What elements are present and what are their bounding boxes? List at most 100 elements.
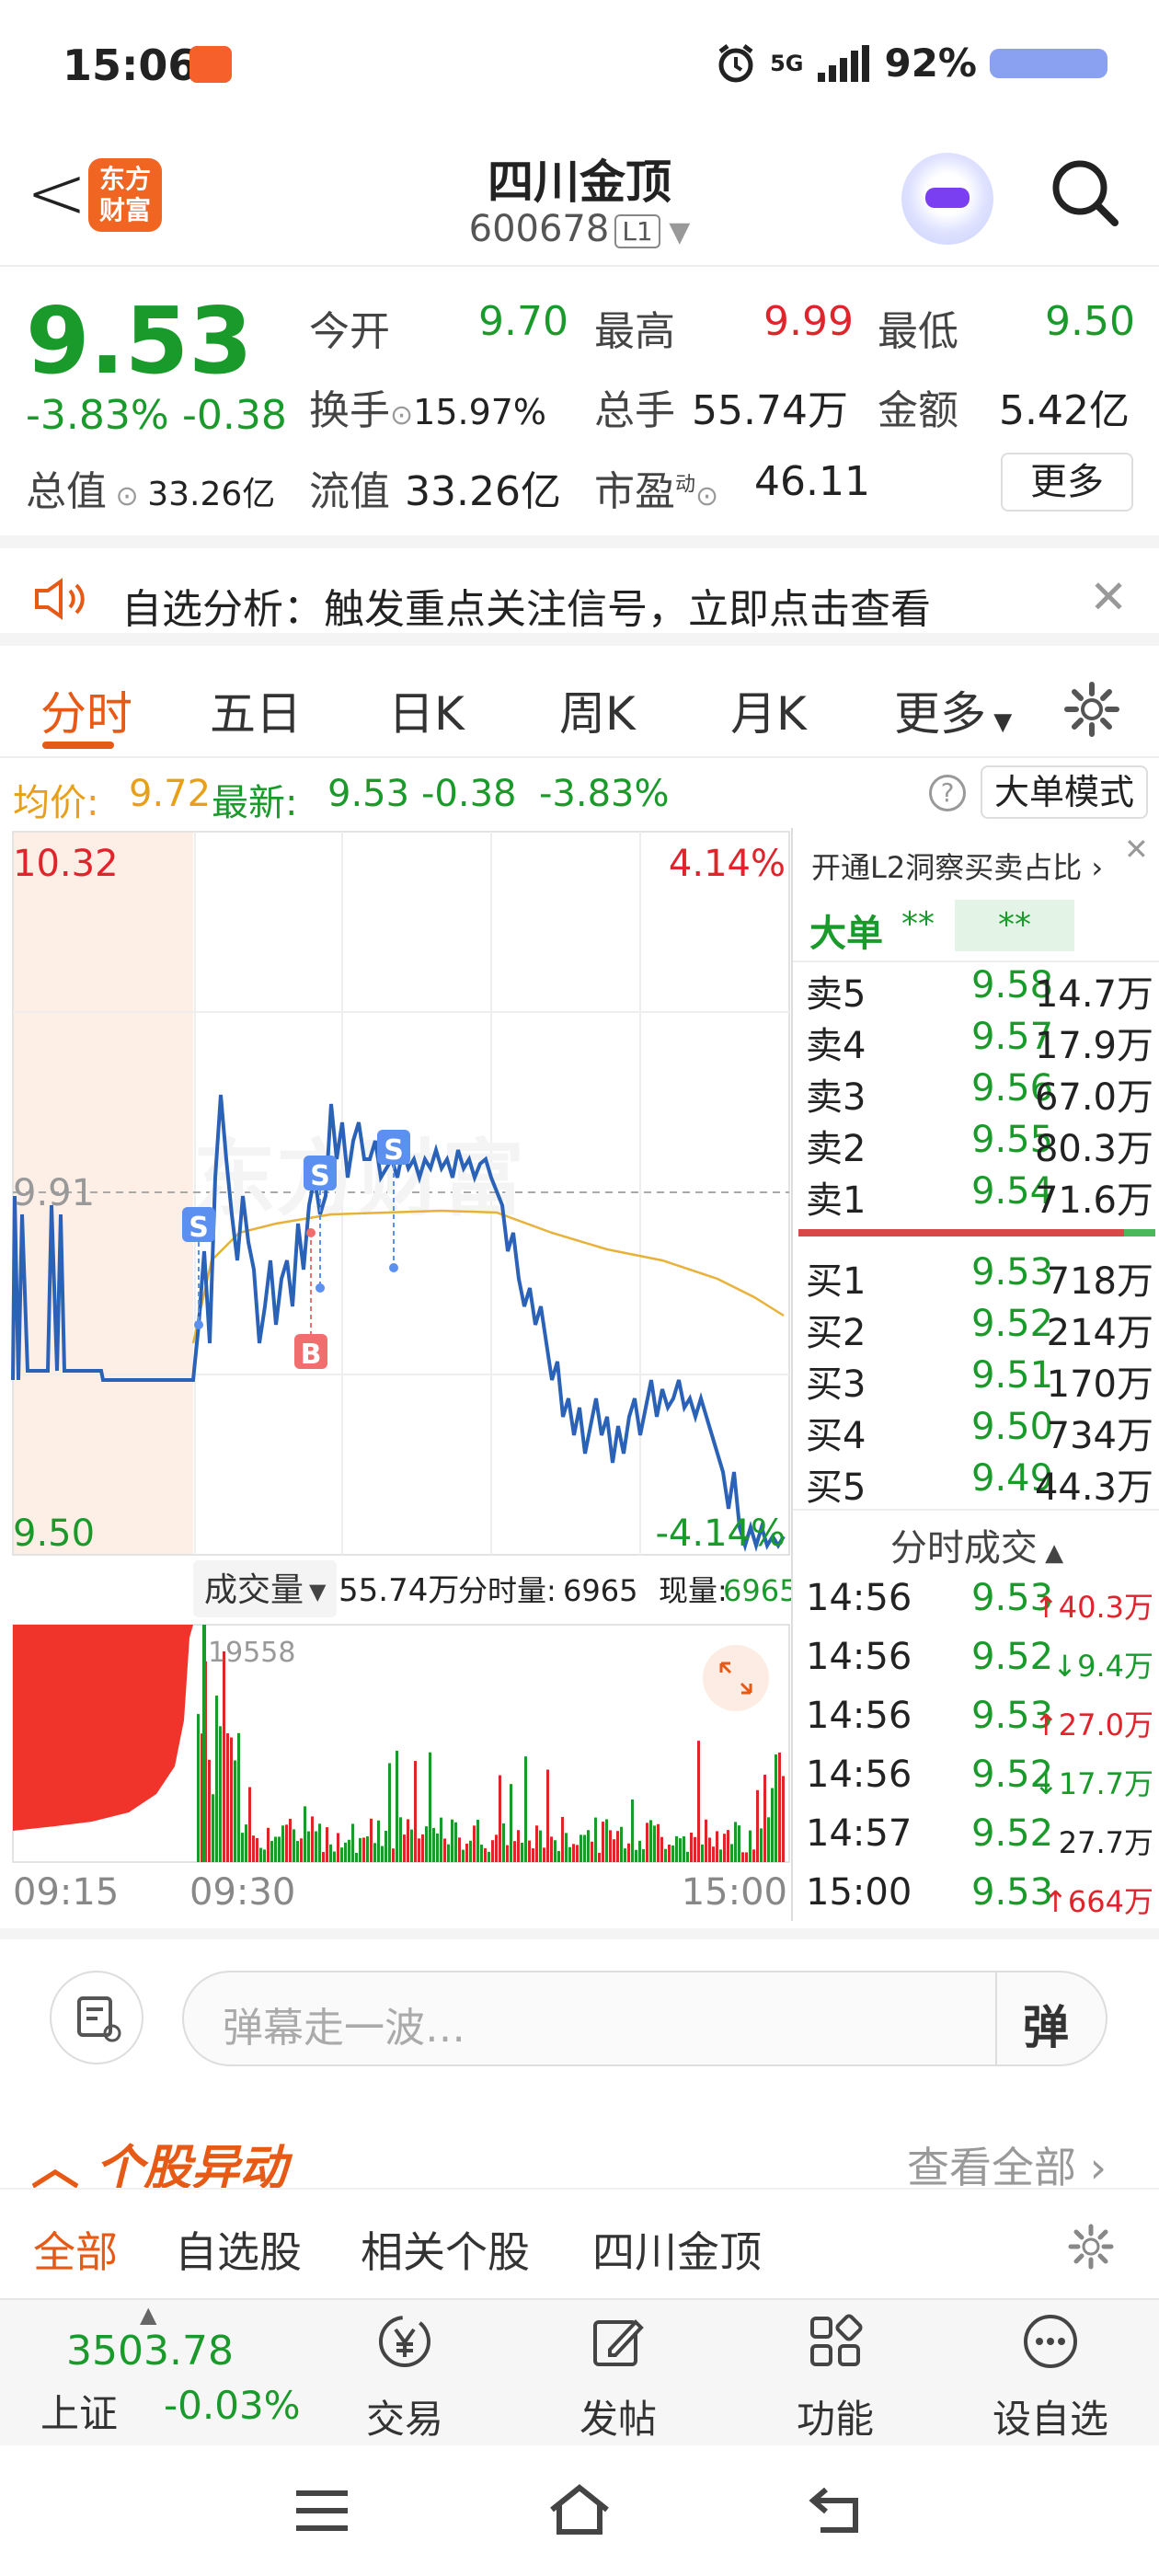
axis-pct-bottom: -4.14%: [655, 1512, 786, 1555]
big-order-label: 大单: [809, 913, 883, 955]
latest-value: 9.53: [327, 773, 410, 815]
view-all-link[interactable]: 查看全部 ›: [907, 2134, 1107, 2195]
volume-bar: [197, 1714, 200, 1862]
bid-volume: 734万: [1046, 1415, 1153, 1457]
back-nav-icon[interactable]: [808, 2484, 866, 2536]
mktcap-value: 33.26亿: [147, 476, 276, 513]
volume-bar: [366, 1835, 369, 1862]
close-icon[interactable]: ✕: [1089, 570, 1128, 624]
bid-row-3[interactable]: 买3 9.51 170万: [800, 1354, 1157, 1406]
volume-bar: [543, 1847, 545, 1862]
news-tab-all[interactable]: 全部: [33, 2219, 118, 2280]
volume-bar: [454, 1822, 457, 1862]
volume-bar: [583, 1834, 586, 1862]
menu-icon[interactable]: [293, 2488, 351, 2534]
nav-functions[interactable]: 功能: [771, 2309, 900, 2444]
ask-label: 卖1: [806, 1179, 866, 1222]
volume-bar: [532, 1848, 534, 1862]
tab-daily-k[interactable]: 日K: [388, 677, 465, 743]
volume-bar: [425, 1826, 428, 1862]
app-notification-icon: [189, 46, 232, 83]
nav-post[interactable]: 发帖: [554, 2309, 683, 2444]
volume-bar: [539, 1830, 542, 1862]
yen-icon: [379, 2316, 430, 2367]
tab-five-day[interactable]: 五日: [210, 677, 302, 743]
volume-bar: [432, 1827, 435, 1862]
ask-row-3[interactable]: 卖3 9.56 67.0万: [800, 1067, 1157, 1119]
volume-time-label: 分时量:: [458, 1573, 557, 1608]
news-settings-icon[interactable]: [1067, 2223, 1115, 2271]
volume-bar: [697, 1741, 700, 1862]
change-amount: -0.38: [182, 392, 287, 439]
axis-pct-top: 4.14%: [669, 843, 786, 885]
order-book-panel: 开通L2洞察买卖占比 › ✕ 大单 ** ** 卖5 9.58 14.7万 卖4 9.…: [791, 828, 1159, 1921]
float-label: 流值: [309, 468, 390, 515]
volume-bar: [480, 1845, 483, 1862]
news-tab-related[interactable]: 相关个股: [361, 2219, 530, 2280]
bid-row-5[interactable]: 买5 9.49 44.3万: [800, 1457, 1157, 1509]
big-order-mode-button[interactable]: 大单模式: [981, 765, 1148, 819]
volume-bar: [613, 1839, 615, 1862]
intraday-chart[interactable]: 东方财富 SSSB 10.32 9.91 9.50 4.14% -4.14% 成…: [0, 828, 798, 1921]
tick-row: 14:57 9.52 27.7万: [800, 1812, 1157, 1864]
volume-bar: [407, 1819, 409, 1862]
bid-row-4[interactable]: 买4 9.50 734万: [800, 1406, 1157, 1457]
nav-add-watchlist[interactable]: 设自选: [986, 2309, 1115, 2444]
volume-label: 总手: [594, 387, 675, 434]
danmu-list-icon[interactable]: [50, 1971, 143, 2064]
danmu-send-button[interactable]: 弹: [1023, 1991, 1069, 2057]
volume-bar: [491, 1840, 494, 1862]
volume-bar: [782, 1776, 785, 1862]
avg-value: 9.72: [129, 773, 212, 815]
l2-upgrade-link[interactable]: 开通L2洞察买卖占比 ›: [811, 845, 1103, 887]
home-icon[interactable]: [546, 2482, 613, 2537]
info-icon: ⊙: [695, 480, 719, 512]
nav-post-label: 发帖: [579, 2397, 657, 2442]
close-icon[interactable]: ✕: [1124, 832, 1149, 867]
chart-info-row: 均价: 9.72 最新: 9.53 -0.38 -3.83% ? 大单模式: [0, 764, 1159, 828]
more-quote-button[interactable]: 更多: [1001, 453, 1133, 512]
volume-bar: [329, 1844, 332, 1862]
ask-row-2[interactable]: 卖2 9.55 80.3万: [800, 1119, 1157, 1170]
volume-bar: [241, 1833, 244, 1862]
volume-bar: [318, 1823, 321, 1862]
danmu-input[interactable]: 弹幕走一波… 弹: [182, 1971, 1107, 2066]
bid-row-2[interactable]: 买2 9.52 214万: [800, 1303, 1157, 1354]
settings-gear-icon[interactable]: [1063, 681, 1120, 738]
ask-volume: 67.0万: [1034, 1076, 1153, 1119]
volume-bar: [506, 1845, 509, 1862]
expand-icon[interactable]: [703, 1645, 769, 1711]
time-axis-start: 09:15: [13, 1871, 119, 1914]
news-tab-stock[interactable]: 四川金顶: [592, 2219, 762, 2280]
volume-bar: [775, 1754, 777, 1862]
search-icon[interactable]: [1049, 156, 1122, 230]
help-icon[interactable]: ?: [929, 775, 966, 811]
float-value: 33.26亿: [405, 468, 561, 515]
tab-more[interactable]: 更多 ▼: [894, 677, 1012, 743]
mktcap-label: 总值 ⊙ 33.26亿: [26, 468, 276, 515]
tab-intraday[interactable]: 分时: [40, 677, 132, 743]
nav-trade[interactable]: 交易: [340, 2309, 469, 2444]
volume-bar: [550, 1836, 553, 1862]
tick-trades-header[interactable]: 分时成交 ▲: [793, 1518, 1159, 1571]
ask-row-4[interactable]: 卖4 9.57 17.9万: [800, 1016, 1157, 1067]
alarm-icon: [718, 43, 753, 82]
ask-row-1[interactable]: 卖1 9.54 71.6万: [800, 1170, 1157, 1222]
ask-row-5[interactable]: 卖5 9.58 14.7万: [800, 964, 1157, 1016]
volume-bar: [528, 1840, 531, 1862]
news-tab-watchlist[interactable]: 自选股: [175, 2219, 302, 2280]
open-value: 9.70: [478, 298, 568, 345]
index-value[interactable]: 3503.78: [66, 2328, 234, 2375]
tab-weekly-k[interactable]: 周K: [559, 677, 636, 743]
assistant-robot-icon[interactable]: [901, 153, 993, 245]
tab-monthly-k[interactable]: 月K: [730, 677, 807, 743]
volume-bar: [384, 1830, 387, 1862]
tick-time: 14:56: [806, 1754, 912, 1796]
volume-bar: [701, 1844, 704, 1862]
volume-bar: [671, 1845, 674, 1862]
bid-row-1[interactable]: 买1 9.53 718万: [800, 1251, 1157, 1303]
volume-bar: [458, 1837, 461, 1862]
analysis-banner[interactable]: 自选分析：触发重点关注信号，立即点击查看 ✕: [0, 535, 1159, 646]
info-icon: ⊙: [390, 399, 414, 431]
volume-bar: [278, 1836, 281, 1862]
